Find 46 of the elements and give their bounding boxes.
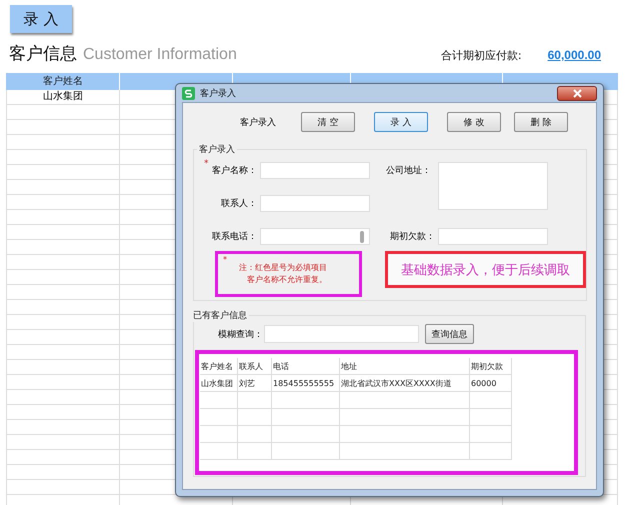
field-label: 联系电话： — [212, 230, 257, 243]
toolbar-button[interactable]: 清 空 — [301, 112, 355, 132]
table-cell: 湖北省武汉市XXX区XXXX街道 — [341, 379, 452, 388]
column-header: 地址 — [341, 362, 357, 371]
address-field[interactable] — [438, 162, 548, 210]
input-field[interactable] — [260, 162, 370, 179]
close-icon — [572, 88, 582, 98]
field-label: 期初欠款： — [390, 230, 435, 243]
query-button[interactable]: 查询信息 — [425, 324, 474, 344]
input-field[interactable] — [260, 195, 370, 212]
entry-button[interactable]: 录 入 — [10, 5, 72, 33]
note-text: 注：红色星号为必填项目 — [239, 262, 327, 274]
field-label: 客户名称： — [212, 164, 257, 177]
close-button[interactable] — [557, 86, 597, 100]
column-header: 联系人 — [239, 362, 263, 371]
group-title: 已有客户信息 — [192, 310, 248, 322]
total-value: 60,000.00 — [548, 48, 601, 62]
column-header: 期初欠款 — [471, 362, 503, 371]
input-field[interactable] — [438, 228, 548, 245]
page-subtitle: Customer Information — [83, 46, 237, 64]
dialog-title: 客户录入 — [200, 88, 236, 100]
table-cell: 185455555555 — [273, 379, 334, 388]
page-title: 客户信息 — [9, 43, 77, 65]
table-cell: 山水集团 — [201, 379, 233, 388]
column-header: 电话 — [273, 362, 289, 371]
note-text: 客户名称不允许重复。 — [247, 274, 327, 286]
banner-text: 基础数据录入，便于后续调取 — [385, 251, 586, 288]
total-label: 合计期初应付款: — [440, 48, 522, 63]
table-cell: 60000 — [471, 379, 496, 388]
toolbar-button[interactable]: 修 改 — [447, 112, 501, 132]
search-field[interactable] — [264, 325, 419, 343]
required-mark: * — [204, 159, 208, 169]
toolbar-label: 客户录入 — [240, 116, 277, 128]
toolbar-button[interactable]: 录 入 — [374, 112, 428, 132]
group-title: 客户录入 — [198, 144, 236, 156]
search-label: 模糊查询： — [218, 328, 264, 340]
column-header: 客户姓名 — [201, 362, 233, 371]
app-icon — [182, 86, 195, 100]
toolbar-button[interactable]: 删 除 — [514, 112, 568, 132]
note-mark: * — [223, 255, 227, 266]
input-field[interactable] — [260, 228, 370, 245]
field-label: 公司地址： — [386, 164, 431, 177]
column-header: 客户姓名 — [43, 76, 83, 87]
field-label: 联系人： — [221, 198, 257, 210]
table-cell: 山水集团 — [43, 91, 83, 102]
table-cell: 刘艺 — [239, 379, 255, 388]
